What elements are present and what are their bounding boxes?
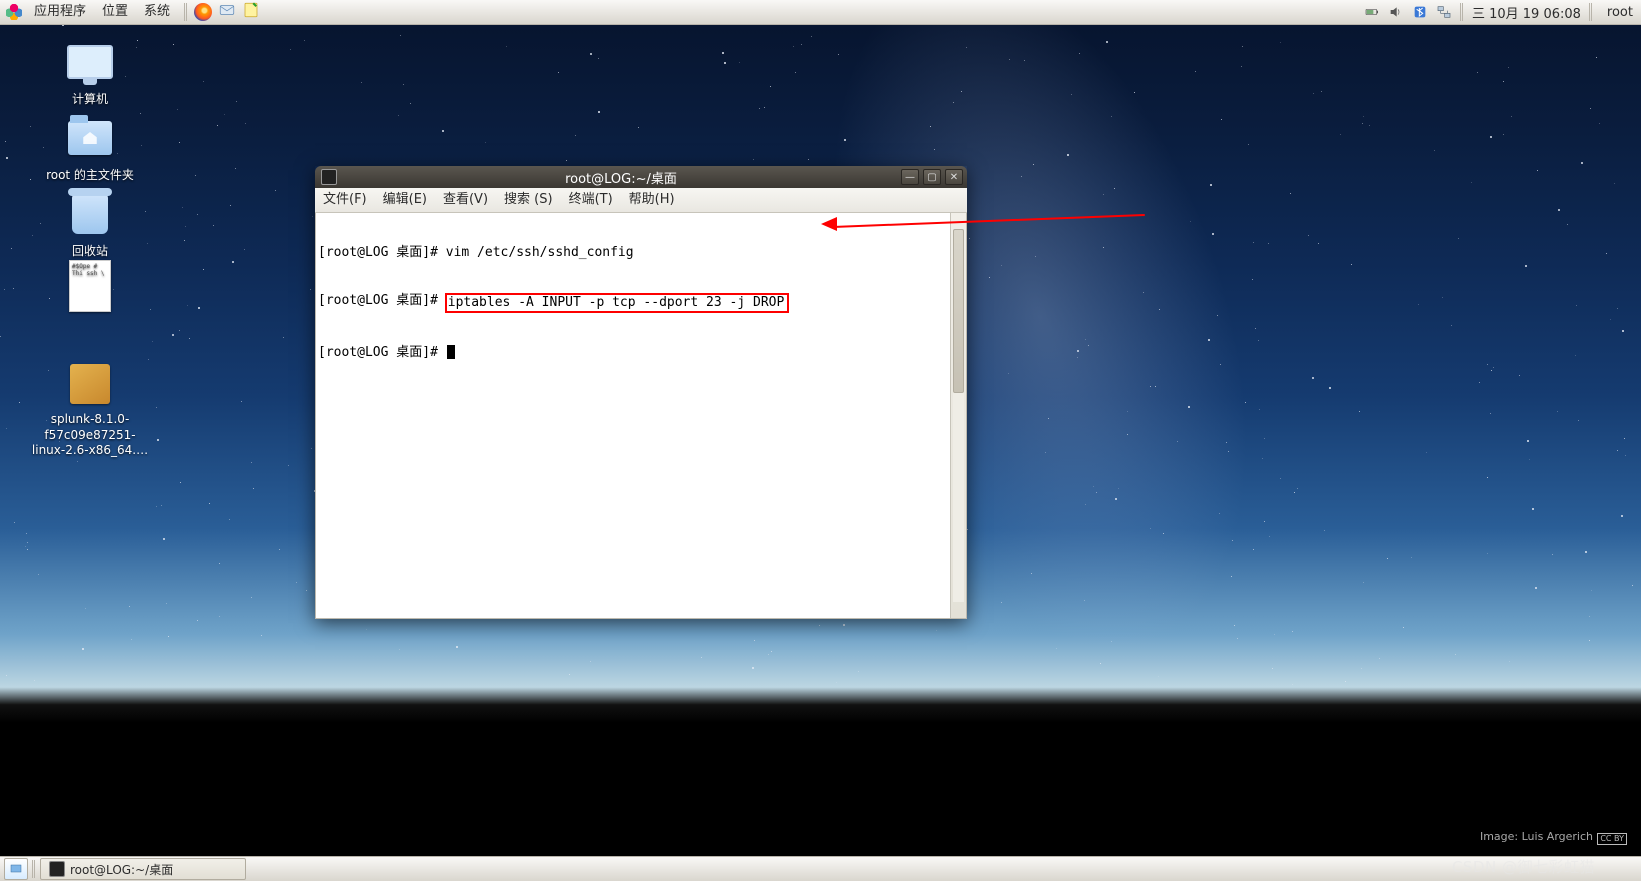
cursor — [447, 345, 455, 359]
terminal-line: [root@LOG 桌面]# — [318, 345, 948, 361]
scrollbar[interactable] — [950, 213, 966, 618]
prompt: [root@LOG 桌面]# — [318, 293, 438, 309]
terminal-line: [root@LOG 桌面]# iptables -A INPUT -p tcp … — [318, 293, 948, 313]
window-title: root@LOG:~/桌面 — [343, 168, 899, 187]
terminal-line: [root@LOG 桌面]# vim /etc/ssh/sshd_config — [318, 245, 948, 261]
textfile-icon: #$Ope # Thi ssh \ — [69, 260, 111, 312]
menu-help[interactable]: 帮助(H) — [621, 188, 683, 212]
volume-icon[interactable] — [1388, 4, 1404, 20]
icon-label: splunk-8.1.0-f57c09e87251-linux-2.6-x86_… — [30, 412, 150, 459]
tray-separator — [1589, 3, 1593, 21]
terminal-app-icon — [321, 169, 337, 185]
icon-label: 回收站 — [30, 242, 150, 259]
taskbar-label: root@LOG:~/桌面 — [70, 861, 173, 878]
menu-terminal[interactable]: 终端(T) — [561, 188, 621, 212]
menu-applications[interactable]: 应用程序 — [26, 0, 94, 24]
command: vim /etc/ssh/sshd_config — [446, 245, 634, 261]
trash-icon — [72, 194, 108, 234]
menu-search[interactable]: 搜索 (S) — [496, 188, 561, 212]
desktop-icon-trash[interactable]: 回收站 — [30, 190, 150, 259]
prompt: [root@LOG 桌面]# — [318, 245, 438, 261]
wallpaper-credit: Image: Luis Argerich — [1480, 830, 1593, 843]
user-menu[interactable]: root — [1607, 5, 1633, 20]
battery-icon[interactable] — [1364, 4, 1380, 20]
taskbar-button-terminal[interactable]: root@LOG:~/桌面 — [40, 858, 246, 880]
menu-places[interactable]: 位置 — [94, 0, 136, 24]
gnome-foot-icon — [6, 4, 22, 20]
highlighted-command: iptables -A INPUT -p tcp --dport 23 -j D… — [445, 293, 790, 313]
terminal-menubar: 文件(F) 编辑(E) 查看(V) 搜索 (S) 终端(T) 帮助(H) — [315, 188, 967, 213]
show-desktop-button[interactable] — [4, 858, 28, 880]
icon-label: 计算机 — [30, 90, 150, 107]
desktop-icon-home[interactable]: root 的主文件夹 — [30, 114, 150, 183]
panel-separator — [184, 3, 188, 21]
monitor-icon — [67, 45, 113, 79]
menu-file[interactable]: 文件(F) — [315, 188, 375, 212]
maximize-button[interactable]: ▢ — [923, 169, 941, 185]
menu-view[interactable]: 查看(V) — [435, 188, 496, 212]
mail-icon[interactable] — [218, 1, 236, 23]
minimize-button[interactable]: — — [901, 169, 919, 185]
cc-badge: CC BY — [1597, 833, 1627, 845]
menu-edit[interactable]: 编辑(E) — [375, 188, 435, 212]
terminal-icon — [49, 861, 65, 877]
icon-label: root 的主文件夹 — [30, 166, 150, 183]
folder-icon — [68, 121, 112, 155]
close-button[interactable]: ✕ — [945, 169, 963, 185]
titlebar[interactable]: root@LOG:~/桌面 — ▢ ✕ — [315, 166, 967, 188]
desktop-icon-textfile[interactable]: #$Ope # Thi ssh \ — [30, 262, 150, 314]
top-panel: 应用程序 位置 系统 三 10月 19 06:08 root — [0, 0, 1641, 25]
terminal-output[interactable]: [root@LOG 桌面]# vim /etc/ssh/sshd_config … — [316, 213, 950, 618]
menu-system[interactable]: 系统 — [136, 0, 178, 24]
notes-icon[interactable] — [242, 1, 260, 23]
system-tray: 三 10月 19 06:08 root — [1356, 3, 1641, 22]
scrollbar-thumb[interactable] — [953, 229, 964, 393]
package-icon — [70, 364, 110, 404]
prompt: [root@LOG 桌面]# — [318, 345, 438, 361]
panel-separator — [32, 860, 36, 878]
tray-separator — [1460, 3, 1464, 21]
bottom-panel: root@LOG:~/桌面 — [0, 856, 1641, 881]
terminal-body: [root@LOG 桌面]# vim /etc/ssh/sshd_config … — [315, 213, 967, 619]
watermark: CSDN @御七彩虹猫 — [1452, 856, 1595, 877]
firefox-icon[interactable] — [194, 3, 212, 21]
clock[interactable]: 三 10月 19 06:08 — [1472, 3, 1581, 22]
terminal-window[interactable]: root@LOG:~/桌面 — ▢ ✕ 文件(F) 编辑(E) 查看(V) 搜索… — [315, 166, 967, 619]
desktop-icon-computer[interactable]: 计算机 — [30, 38, 150, 107]
bluetooth-icon[interactable] — [1412, 4, 1428, 20]
desktop-icon-package[interactable]: splunk-8.1.0-f57c09e87251-linux-2.6-x86_… — [30, 360, 150, 459]
network-icon[interactable] — [1436, 4, 1452, 20]
